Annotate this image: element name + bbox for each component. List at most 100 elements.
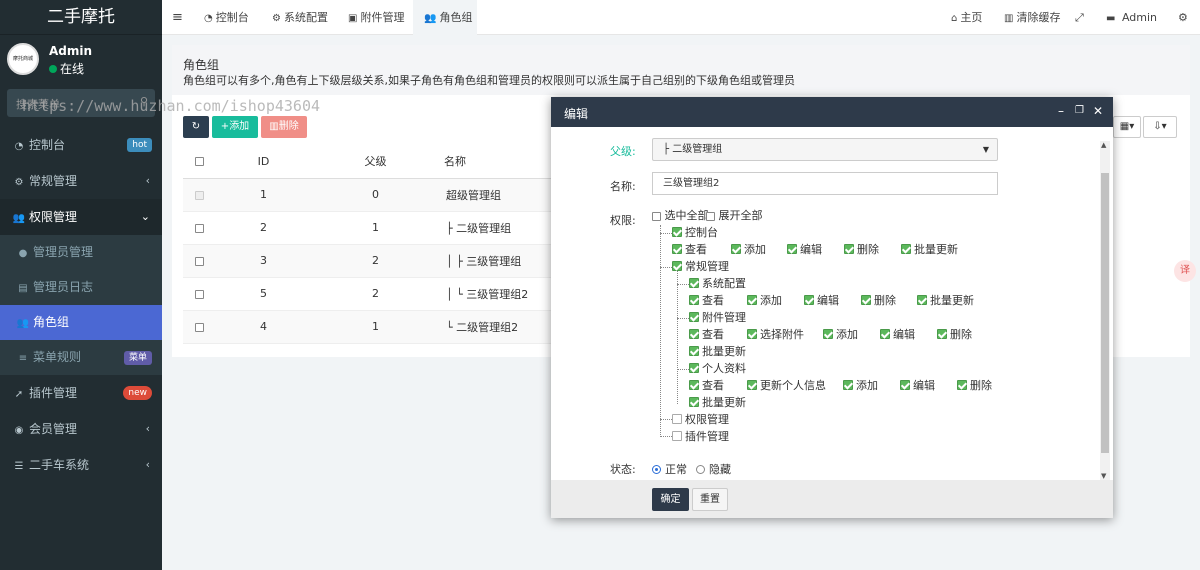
- tree-leaf[interactable]: 删除: [844, 243, 879, 257]
- add-button[interactable]: +添加: [212, 116, 258, 138]
- list-alt-icon: ▤: [18, 283, 28, 294]
- scroll-up-icon[interactable]: ▲: [1101, 141, 1106, 149]
- minimize-icon[interactable]: –: [1058, 104, 1064, 118]
- sidebar-item-general[interactable]: ⚙ 常规管理 ‹: [0, 163, 162, 199]
- tree-leaf[interactable]: 批量更新: [689, 345, 746, 359]
- tree-leaf[interactable]: 添加: [843, 379, 878, 393]
- tab-config[interactable]: ⚙ 系统配置: [272, 0, 328, 35]
- translate-float-icon[interactable]: 译: [1174, 260, 1196, 282]
- sidebar-item-dashboard[interactable]: ◔ 控制台 hot: [0, 127, 162, 163]
- delete-button[interactable]: ▥删除: [261, 116, 307, 138]
- name-input[interactable]: 三级管理组2: [652, 172, 998, 195]
- tree-leaf[interactable]: 批量更新: [917, 294, 974, 308]
- tree-leaf[interactable]: 批量更新: [689, 396, 746, 410]
- expand-all-toggle[interactable]: 展开全部: [706, 207, 763, 223]
- tree-leaf[interactable]: 查看: [689, 328, 724, 342]
- clear-cache-button[interactable]: ▥ 清除缓存: [1004, 0, 1060, 35]
- row-checkbox[interactable]: [183, 211, 215, 245]
- expand-all-checkbox[interactable]: [706, 211, 715, 221]
- sidebar-item-user[interactable]: ◉ 会员管理 ‹: [0, 411, 162, 447]
- tree-node-general[interactable]: 常规管理: [672, 260, 729, 274]
- online-dot-icon: [49, 65, 57, 73]
- home-link[interactable]: ⌂ 主页: [951, 0, 982, 35]
- tree-node-profile[interactable]: 个人资料: [689, 362, 746, 376]
- status-hidden-radio[interactable]: 隐藏: [696, 461, 731, 477]
- scroll-down-icon[interactable]: ▼: [1101, 472, 1106, 480]
- scrollbar-thumb[interactable]: [1101, 173, 1109, 453]
- tab-group[interactable]: 👥 角色组: [413, 0, 477, 35]
- tree-leaf[interactable]: 批量更新: [901, 243, 958, 257]
- row-checkbox: [183, 178, 215, 212]
- export-button[interactable]: ⇩▾: [1143, 116, 1177, 138]
- tree-node-dashboard[interactable]: 控制台: [672, 226, 718, 240]
- row-checkbox[interactable]: [183, 310, 215, 344]
- modal-scrollbar[interactable]: ▲ ▼: [1100, 141, 1110, 480]
- app-logo[interactable]: 二手摩托: [0, 0, 162, 35]
- menu-toggle-icon[interactable]: ≡: [172, 0, 183, 35]
- tree-leaf[interactable]: 添加: [747, 294, 782, 308]
- trash-icon: ▥: [269, 121, 279, 132]
- tree-leaf[interactable]: 查看: [672, 243, 707, 257]
- tree-node-auth[interactable]: 权限管理: [672, 413, 729, 427]
- select-all-checkbox[interactable]: [652, 211, 661, 221]
- tree-leaf[interactable]: 删除: [937, 328, 972, 342]
- edit-modal: 编辑 – ❐ ✕ 父级: ├ 二级管理组 ▼ 名称: 三级管理组2 权限: 选中全…: [551, 97, 1113, 518]
- new-badge: new: [123, 386, 152, 400]
- tree-leaf[interactable]: 编辑: [900, 379, 935, 393]
- reset-button[interactable]: 重置: [692, 488, 728, 511]
- select-all-checkbox[interactable]: [183, 145, 215, 179]
- avatar-small-icon: ▬: [1106, 13, 1116, 24]
- tree-leaf[interactable]: 添加: [731, 243, 766, 257]
- select-all-toggle[interactable]: 选中全部: [652, 207, 709, 223]
- columns-icon: ▦▾: [1119, 121, 1135, 132]
- sidebar-item-admin[interactable]: ● 管理员管理: [0, 235, 162, 270]
- tree-leaf[interactable]: 删除: [861, 294, 896, 308]
- sidebar-item-rule[interactable]: ≡ 菜单规则 菜单: [0, 340, 162, 375]
- tab-attachment[interactable]: ▣ 附件管理: [348, 0, 404, 35]
- list-icon: ☰: [14, 461, 24, 472]
- tree-node-attachment[interactable]: 附件管理: [689, 311, 746, 325]
- avatar: 摩托商城: [7, 43, 39, 75]
- tree-line: [660, 436, 672, 437]
- row-checkbox[interactable]: [183, 244, 215, 278]
- chevron-left-icon: ‹: [145, 422, 150, 435]
- tree-node-addon[interactable]: 插件管理: [672, 430, 729, 444]
- group-icon: 👥: [16, 318, 30, 329]
- refresh-button[interactable]: ↻: [183, 116, 209, 138]
- confirm-button[interactable]: 确定: [652, 488, 689, 511]
- col-id[interactable]: ID: [215, 145, 312, 179]
- col-pid[interactable]: 父级: [312, 145, 439, 179]
- tree-leaf[interactable]: 添加: [823, 328, 858, 342]
- status-normal-radio[interactable]: 正常: [652, 461, 687, 477]
- sidebar-item-group[interactable]: 👥 角色组: [0, 305, 162, 340]
- tree-leaf[interactable]: 选择附件: [747, 328, 804, 342]
- tree-leaf[interactable]: 删除: [957, 379, 992, 393]
- sidebar-item-car[interactable]: ☰ 二手车系统 ‹: [0, 447, 162, 483]
- parent-select[interactable]: ├ 二级管理组 ▼: [652, 138, 998, 161]
- tree-leaf[interactable]: 编辑: [880, 328, 915, 342]
- maximize-icon[interactable]: ❐: [1075, 105, 1084, 116]
- tree-leaf[interactable]: 查看: [689, 294, 724, 308]
- tab-dashboard[interactable]: ◔ 控制台: [204, 0, 249, 35]
- settings-icon[interactable]: ⚙: [1178, 0, 1188, 35]
- close-icon[interactable]: ✕: [1093, 104, 1103, 118]
- chevron-left-icon: ‹: [145, 458, 150, 471]
- tree-line: [677, 369, 689, 370]
- columns-toggle-button[interactable]: ▦▾: [1113, 116, 1141, 138]
- sidebar-item-addon[interactable]: ➚ 插件管理 new: [0, 375, 162, 411]
- col-name[interactable]: 名称: [439, 145, 551, 179]
- tree-leaf[interactable]: 编辑: [804, 294, 839, 308]
- hot-badge: hot: [127, 138, 152, 152]
- tree-line: [677, 284, 689, 285]
- row-checkbox[interactable]: [183, 277, 215, 311]
- tree-leaf[interactable]: 编辑: [787, 243, 822, 257]
- sidebar-item-auth[interactable]: 👥 权限管理 ⌄: [0, 199, 162, 235]
- fullscreen-icon[interactable]: ⤢: [1075, 0, 1084, 35]
- tree-leaf[interactable]: 查看: [689, 379, 724, 393]
- tree-node-config[interactable]: 系统配置: [689, 277, 746, 291]
- sidebar-item-admin-log[interactable]: ▤ 管理员日志: [0, 270, 162, 305]
- group-table: ID 父级 名称 1 0 超级管理组 2 1 ├ 二级管理组 3 2 │ ├ 三…: [183, 145, 551, 344]
- tree-leaf[interactable]: 更新个人信息: [747, 379, 826, 393]
- admin-menu[interactable]: ▬ Admin: [1106, 0, 1157, 35]
- sidebar-menu: ◔ 控制台 hot ⚙ 常规管理 ‹ 👥 权限管理 ⌄ ● 管理员管理 ▤ 管理员日志 👥 角色组…: [0, 127, 162, 483]
